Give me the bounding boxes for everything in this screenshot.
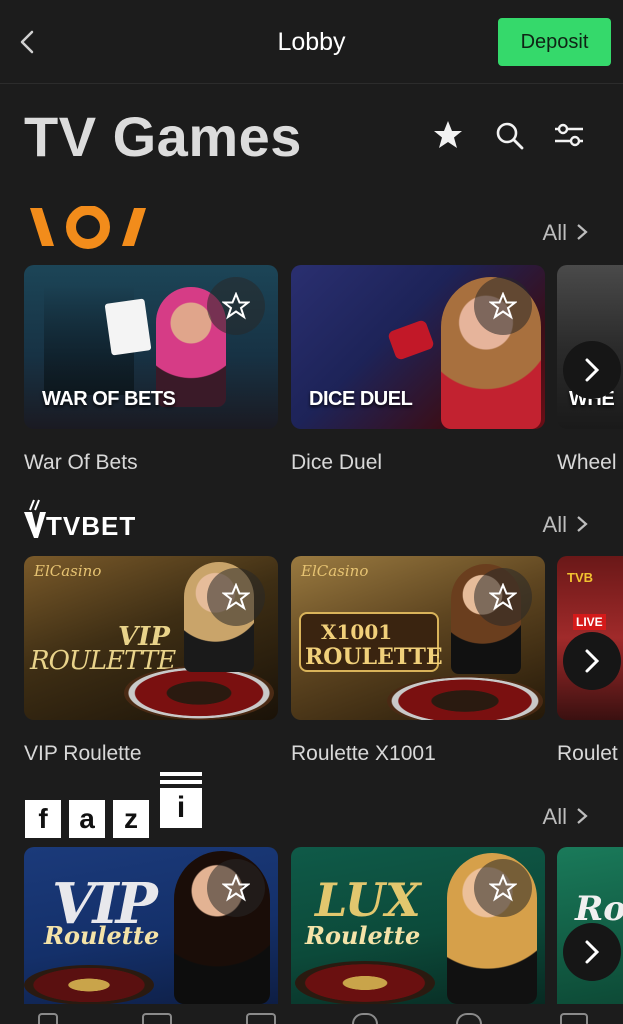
star-icon[interactable] <box>431 118 465 152</box>
bottom-nav-item[interactable] <box>456 1013 482 1024</box>
favorite-star-icon[interactable] <box>474 277 532 335</box>
game-name[interactable]: Dice Duel <box>291 451 382 475</box>
provider-logo-letter: i <box>160 788 202 828</box>
favorite-star-icon[interactable] <box>207 859 265 917</box>
provider-badge: ElCasino <box>301 562 369 580</box>
bottom-nav-item[interactable] <box>142 1013 172 1024</box>
next-arrow-button[interactable] <box>563 923 621 981</box>
search-icon[interactable] <box>492 118 526 152</box>
filter-icon[interactable] <box>552 118 586 152</box>
chevron-right-icon[interactable] <box>575 806 589 826</box>
deposit-button[interactable]: Deposit <box>498 18 611 66</box>
card-art-subtitle: Roulette <box>305 921 421 950</box>
game-name[interactable]: Roulet <box>557 742 618 766</box>
provider-logo-letter: a <box>69 800 105 838</box>
page-title: TV Games <box>24 105 302 168</box>
card-art-title: LUX <box>315 873 421 927</box>
all-link-1[interactable]: All <box>543 220 567 246</box>
favorite-star-icon[interactable] <box>474 859 532 917</box>
chevron-right-icon[interactable] <box>575 514 589 534</box>
favorite-star-icon[interactable] <box>207 568 265 626</box>
game-name[interactable]: Wheel <box>557 451 617 475</box>
top-bar: Lobby Deposit <box>0 0 623 84</box>
game-name[interactable]: Roulette X1001 <box>291 742 436 766</box>
next-arrow-button[interactable] <box>563 632 621 690</box>
all-link-3[interactable]: All <box>543 804 567 830</box>
provider-section-1: All <box>0 206 623 266</box>
live-badge: LIVE <box>573 614 606 630</box>
favorite-star-icon[interactable] <box>474 568 532 626</box>
provider-logo-letter: f <box>25 800 61 838</box>
card-art-title: X1001 <box>321 620 393 644</box>
all-link-2[interactable]: All <box>543 512 567 538</box>
bottom-nav-item[interactable] <box>560 1013 588 1024</box>
game-name[interactable]: VIP Roulette <box>24 742 142 766</box>
game-name[interactable]: War Of Bets <box>24 451 138 475</box>
bottom-nav-item[interactable] <box>352 1013 378 1024</box>
bottom-nav-item[interactable] <box>246 1013 276 1024</box>
provider-logo-letter: z <box>113 800 149 838</box>
card-caption: DICE DUEL <box>309 388 413 410</box>
provider-section-2: TVBET All <box>0 498 623 558</box>
provider-logo-tvbet-mark <box>24 499 46 538</box>
card-art-subtitle: Roulette <box>44 921 160 950</box>
provider-badge: TVB <box>567 570 593 585</box>
provider-badge: ElCasino <box>34 562 102 580</box>
provider-section-3: f a z i All <box>0 770 623 842</box>
card-caption: WAR OF BETS <box>42 388 176 410</box>
card-art-subtitle: ROULETTE <box>305 644 443 670</box>
favorite-star-icon[interactable] <box>207 277 265 335</box>
next-arrow-button[interactable] <box>563 341 621 399</box>
bottom-nav-item[interactable] <box>38 1013 58 1024</box>
chevron-right-icon[interactable] <box>575 222 589 242</box>
bottom-nav <box>0 1004 623 1024</box>
provider-logo-tvbet: TVBET <box>46 511 137 541</box>
provider-logo-101 <box>30 206 146 249</box>
